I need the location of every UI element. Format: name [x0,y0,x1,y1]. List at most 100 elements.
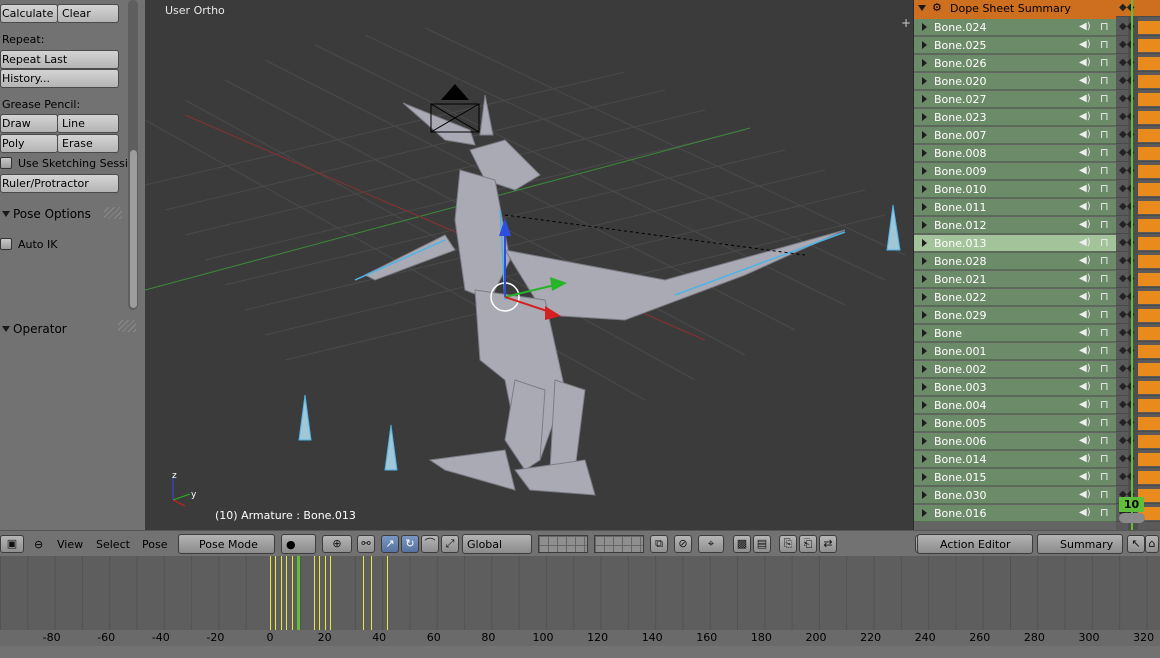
mute-toggle-icon[interactable]: ◀) [1079,237,1091,248]
bone-channel-row[interactable]: Bone.021 ◀) ⊓ [914,271,1116,288]
calculate-button[interactable]: Calculate [0,4,58,23]
lock-icon[interactable]: ⊓ [1100,380,1109,393]
lock-icon[interactable]: ⊓ [1100,74,1109,87]
layers-group-2[interactable] [594,535,644,553]
panel-drag-grip-icon[interactable] [104,207,122,219]
mute-toggle-icon[interactable]: ◀) [1079,219,1091,230]
ruler-protractor-button[interactable]: Ruler/Protractor [0,174,119,193]
expand-icon[interactable] [922,167,927,175]
mute-toggle-icon[interactable]: ◀) [1079,309,1091,320]
keyframe-row[interactable]: ◆◆ [1116,415,1160,432]
scale-manipulator-icon[interactable]: ⤢ [441,535,459,553]
expand-icon[interactable] [922,311,927,319]
grease-poly-button[interactable]: Poly [0,134,58,153]
panel-drag-grip-icon[interactable] [118,320,136,332]
bone-channel-row[interactable]: Bone.024 ◀) ⊓ [914,19,1116,36]
repeat-last-button[interactable]: Repeat Last [0,50,119,69]
mute-toggle-icon[interactable]: ◀) [1079,435,1091,446]
keyframe-row[interactable]: ◆◆ [1116,307,1160,324]
bone-channel-row[interactable]: Bone.012 ◀) ⊓ [914,217,1116,234]
expand-icon[interactable] [922,23,927,31]
grease-line-button[interactable]: Line [57,114,119,133]
only-selected-icon[interactable]: ↖ [1127,535,1145,553]
lock-icon[interactable]: ⊓ [1100,254,1109,267]
expand-icon[interactable] [922,455,927,463]
expand-icon[interactable] [922,221,927,229]
expand-icon[interactable] [922,509,927,517]
mute-toggle-icon[interactable]: ◀) [1079,417,1091,428]
mute-toggle-icon[interactable]: ◀) [1079,57,1091,68]
lock-icon[interactable]: ⊓ [1100,362,1109,375]
keyframe-row[interactable]: ◆◆ [1116,73,1160,90]
bone-channel-row[interactable]: Bone.010 ◀) ⊓ [914,181,1116,198]
bone-channel-row[interactable]: Bone.001 ◀) ⊓ [914,343,1116,360]
keyframe-row[interactable]: ◆◆ [1116,253,1160,270]
expand-icon[interactable] [922,239,927,247]
keyframe-row[interactable]: ◆◆ [1116,271,1160,288]
grease-erase-button[interactable]: Erase [57,134,119,153]
bone-channel-row[interactable]: Bone.013 ◀) ⊓ [914,235,1116,252]
lock-icon[interactable]: ⊓ [1100,146,1109,159]
lock-icon[interactable]: ⊓ [1100,416,1109,429]
keyframe-row[interactable]: ◆◆ [1116,127,1160,144]
lock-icon[interactable]: ⊓ [1100,38,1109,51]
expand-icon[interactable] [922,257,927,265]
3d-viewport[interactable]: z y User Ortho (10) Armature : Bone.013 … [145,0,913,530]
add-region-icon[interactable]: + [901,16,911,30]
layers-group-1[interactable] [538,535,588,553]
lock-icon[interactable]: ⊓ [1100,344,1109,357]
expand-icon[interactable] [922,473,927,481]
bone-channel-row[interactable]: Bone.022 ◀) ⊓ [914,289,1116,306]
expand-icon[interactable] [922,437,927,445]
keyframe-row[interactable]: ◆◆ [1116,217,1160,234]
bone-channel-row[interactable]: Bone.002 ◀) ⊓ [914,361,1116,378]
mute-toggle-icon[interactable]: ◀) [1079,255,1091,266]
menu-toggle-icon[interactable]: ⊖ [34,538,43,551]
lock-icon[interactable]: ⊓ [1100,398,1109,411]
lock-icon[interactable]: ⊓ [1100,128,1109,141]
mute-toggle-icon[interactable]: ◀) [1079,273,1091,284]
lock-icon[interactable]: ⊓ [1100,452,1109,465]
lock-icon[interactable]: ⊓ [1100,290,1109,303]
paste-flipped-icon[interactable]: ⇄ [819,535,837,553]
copy-pose-icon[interactable]: ⎘ [779,535,797,553]
keyframe-row[interactable]: ◆◆ [1116,379,1160,396]
panel-scrollbar-thumb[interactable] [130,150,137,308]
bone-channel-row[interactable]: Bone.003 ◀) ⊓ [914,379,1116,396]
expand-icon[interactable] [922,365,927,373]
keyframe-row[interactable]: ◆◆ [1116,289,1160,306]
expand-icon[interactable] [922,293,927,301]
expand-icon[interactable] [922,203,927,211]
render-icon[interactable]: ▩ [733,535,751,553]
expand-icon[interactable] [922,113,927,121]
lock-icon[interactable]: ⊓ [1100,20,1109,33]
expand-icon[interactable] [922,347,927,355]
expand-icon[interactable] [922,59,927,67]
mute-toggle-icon[interactable]: ◀) [1079,93,1091,104]
bone-channel-row[interactable]: Bone.005 ◀) ⊓ [914,415,1116,432]
bone-channel-row[interactable]: Bone.008 ◀) ⊓ [914,145,1116,162]
bone-channel-row[interactable]: Bone.029 ◀) ⊓ [914,307,1116,324]
proportional-edit-icon[interactable]: ⊘ [674,535,692,553]
paste-pose-icon[interactable]: ⎗ [799,535,817,553]
lock-icon[interactable]: ⊓ [1100,110,1109,123]
mute-toggle-icon[interactable]: ◀) [1079,327,1091,338]
bone-channel-row[interactable]: Bone.028 ◀) ⊓ [914,253,1116,270]
bone-channel-row[interactable]: Bone.027 ◀) ⊓ [914,91,1116,108]
mute-toggle-icon[interactable]: ◀) [1079,453,1091,464]
lock-icon[interactable]: ⊓ [1100,308,1109,321]
lock-icon[interactable]: ⊓ [1100,506,1109,519]
bone-channel-row[interactable]: Bone.026 ◀) ⊓ [914,55,1116,72]
keyframe-row[interactable]: ◆◆ [1116,145,1160,162]
keyframe-row[interactable]: ◆◆ [1116,55,1160,72]
mute-toggle-icon[interactable]: ◀) [1079,111,1091,122]
expand-icon[interactable] [922,95,927,103]
dope-mode-selector[interactable]: Action Editor [917,534,1033,554]
mute-toggle-icon[interactable]: ◀) [1079,201,1091,212]
bone-channel-row[interactable]: Bone.011 ◀) ⊓ [914,199,1116,216]
keyframe-row[interactable]: ◆◆ [1116,397,1160,414]
keyframe-row[interactable]: ◆◆ [1116,325,1160,342]
keyframe-row[interactable]: ◆◆ [1116,361,1160,378]
keyframe-row[interactable]: ◆◆ [1116,37,1160,54]
expand-icon[interactable] [922,149,927,157]
